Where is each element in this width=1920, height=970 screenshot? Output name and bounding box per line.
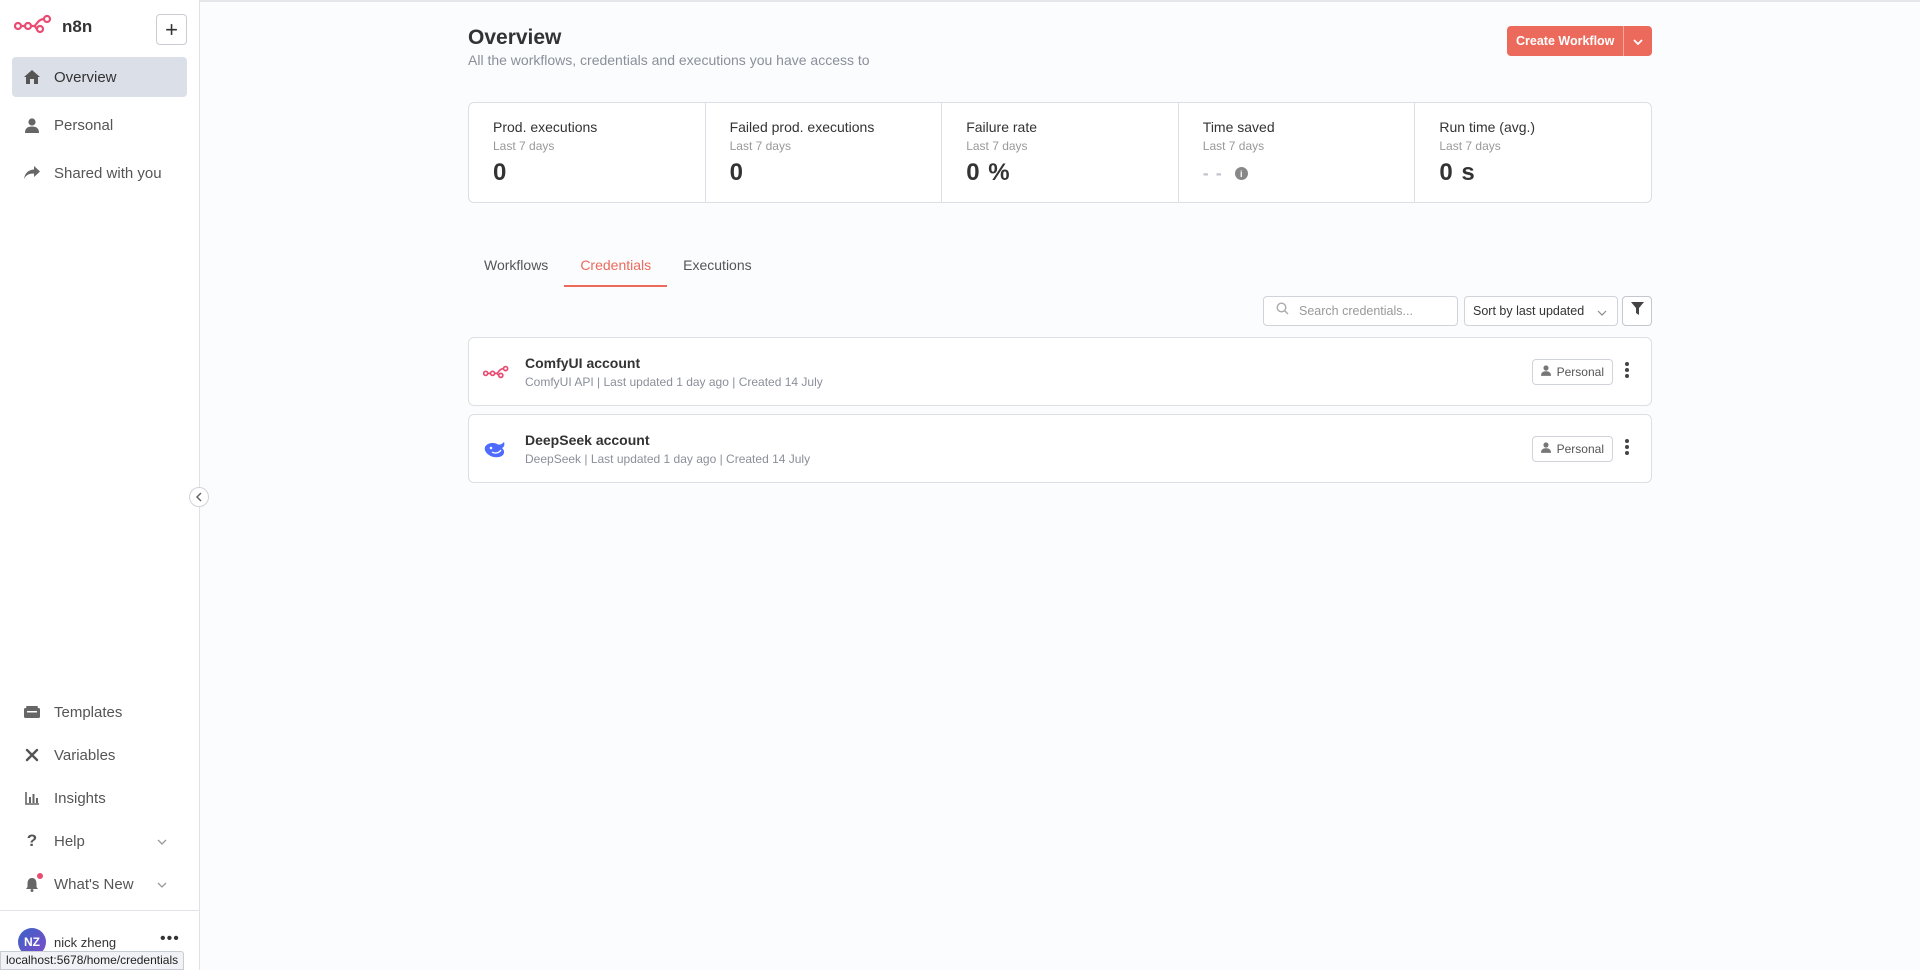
- insights-summary: Prod. executions Last 7 days 0 Failed pr…: [468, 102, 1652, 203]
- search-box: [1263, 296, 1458, 326]
- info-icon[interactable]: i: [1234, 167, 1248, 180]
- tab-credentials[interactable]: Credentials: [564, 253, 668, 287]
- stat-value: 0: [493, 159, 508, 186]
- credential-name: ComfyUI account: [525, 355, 641, 371]
- sidebar-item-insights[interactable]: Insights: [12, 778, 187, 818]
- user-name: nick zheng: [54, 934, 117, 950]
- more-options-icon[interactable]: [1625, 439, 1629, 455]
- badge-label: Personal: [1556, 442, 1604, 456]
- status-bar-url: localhost:5678/home/credentials: [0, 951, 185, 970]
- stat-label: Run time (avg.): [1439, 119, 1536, 135]
- stat-label: Prod. executions: [493, 119, 598, 135]
- comfyui-icon: [483, 361, 509, 383]
- filter-button[interactable]: [1622, 296, 1652, 326]
- sidebar-divider: [0, 910, 200, 911]
- search-input[interactable]: [1299, 304, 1449, 318]
- tab-executions[interactable]: Executions: [667, 253, 767, 287]
- sidebar-item-templates[interactable]: Templates: [12, 692, 187, 732]
- chevron-down-icon: [1597, 305, 1607, 319]
- project-badge[interactable]: Personal: [1531, 436, 1613, 462]
- sidebar-item-label: Shared with you: [54, 164, 162, 182]
- stat-failure-rate[interactable]: Failure rate Last 7 days 0 %: [942, 103, 1179, 202]
- chevron-down-icon: [157, 877, 167, 891]
- stat-run-time[interactable]: Run time (avg.) Last 7 days 0 s: [1415, 103, 1651, 202]
- user-icon: [1540, 442, 1551, 456]
- page-subtitle: All the workflows, credentials and execu…: [468, 52, 870, 68]
- n8n-logo-icon: [13, 14, 52, 39]
- sidebar-item-label: Variables: [54, 746, 116, 764]
- sidebar-item-overview[interactable]: Overview: [12, 57, 187, 97]
- tab-workflows[interactable]: Workflows: [468, 253, 564, 287]
- chevron-down-icon: [1633, 32, 1644, 50]
- stat-label: Time saved: [1202, 119, 1275, 135]
- top-border: [0, 0, 1920, 2]
- help-icon: ?: [26, 831, 38, 850]
- credential-name: DeepSeek account: [525, 432, 650, 448]
- sidebar-item-variables[interactable]: Variables: [12, 735, 187, 775]
- credential-card[interactable]: ComfyUI account ComfyUI API | Last updat…: [468, 337, 1652, 406]
- create-workflow-button[interactable]: Create Workflow: [1507, 26, 1624, 56]
- add-new-button[interactable]: +: [156, 14, 187, 45]
- user-menu-button[interactable]: •••: [160, 930, 180, 948]
- stat-value: 0: [729, 159, 744, 186]
- stat-period: Last 7 days: [493, 139, 555, 153]
- brand[interactable]: n8n: [13, 14, 93, 39]
- sidebar-item-label: Personal: [54, 116, 114, 134]
- create-workflow-group: Create Workflow: [1507, 26, 1653, 56]
- collapse-sidebar-button[interactable]: [189, 487, 209, 507]
- tabs: Workflows Credentials Executions: [468, 253, 768, 287]
- user-icon: [24, 117, 40, 133]
- stat-value: - -: [1202, 163, 1223, 183]
- sort-value: Sort by last updated: [1473, 304, 1585, 318]
- user-icon: [1540, 365, 1551, 379]
- variables-icon: [24, 747, 40, 763]
- sidebar-item-help[interactable]: ? Help: [12, 821, 187, 861]
- credential-meta: DeepSeek | Last updated 1 day ago | Crea…: [525, 452, 811, 466]
- stat-value: 0 %: [966, 159, 1011, 186]
- stat-period: Last 7 days: [729, 139, 791, 153]
- insights-icon: [24, 790, 40, 806]
- sidebar: n8n + Overview Personal Shared with you …: [0, 0, 200, 970]
- sidebar-item-label: Insights: [54, 789, 106, 807]
- sidebar-item-shared[interactable]: Shared with you: [12, 153, 187, 193]
- filter-icon: [1630, 302, 1644, 320]
- stat-label: Failed prod. executions: [729, 119, 875, 135]
- sidebar-item-personal[interactable]: Personal: [12, 105, 187, 145]
- sidebar-item-label: What's New: [54, 875, 134, 893]
- home-icon: [24, 69, 40, 85]
- badge-label: Personal: [1556, 365, 1604, 379]
- templates-icon: [24, 704, 40, 720]
- page-title: Overview: [468, 26, 562, 49]
- stat-failed-executions[interactable]: Failed prod. executions Last 7 days 0: [706, 103, 943, 202]
- credential-card[interactable]: DeepSeek account DeepSeek | Last updated…: [468, 414, 1652, 483]
- deepseek-icon: [483, 438, 509, 460]
- brand-name: n8n: [62, 16, 93, 36]
- share-icon: [24, 165, 40, 181]
- create-workflow-dropdown[interactable]: [1623, 26, 1653, 56]
- chevron-down-icon: [157, 834, 167, 848]
- stat-label: Failure rate: [966, 119, 1037, 135]
- stat-period: Last 7 days: [966, 139, 1028, 153]
- stat-prod-executions[interactable]: Prod. executions Last 7 days 0: [469, 103, 706, 202]
- sort-select[interactable]: Sort by last updated: [1464, 296, 1618, 326]
- sidebar-item-whats-new[interactable]: What's New: [12, 864, 187, 904]
- stat-value-row: - - i: [1203, 159, 1391, 188]
- stat-period: Last 7 days: [1439, 139, 1501, 153]
- more-options-icon[interactable]: [1625, 362, 1629, 378]
- bell-icon: [24, 873, 43, 892]
- stat-period: Last 7 days: [1202, 139, 1265, 153]
- stat-value: 0 s: [1439, 159, 1476, 186]
- search-icon: [1276, 302, 1289, 320]
- stat-time-saved[interactable]: Time saved Last 7 days - - i: [1179, 103, 1416, 202]
- project-badge[interactable]: Personal: [1531, 359, 1613, 385]
- sidebar-item-label: Overview: [54, 68, 117, 86]
- credential-meta: ComfyUI API | Last updated 1 day ago | C…: [525, 375, 823, 389]
- sidebar-item-label: Templates: [54, 703, 123, 721]
- sidebar-item-label: Help: [54, 832, 85, 850]
